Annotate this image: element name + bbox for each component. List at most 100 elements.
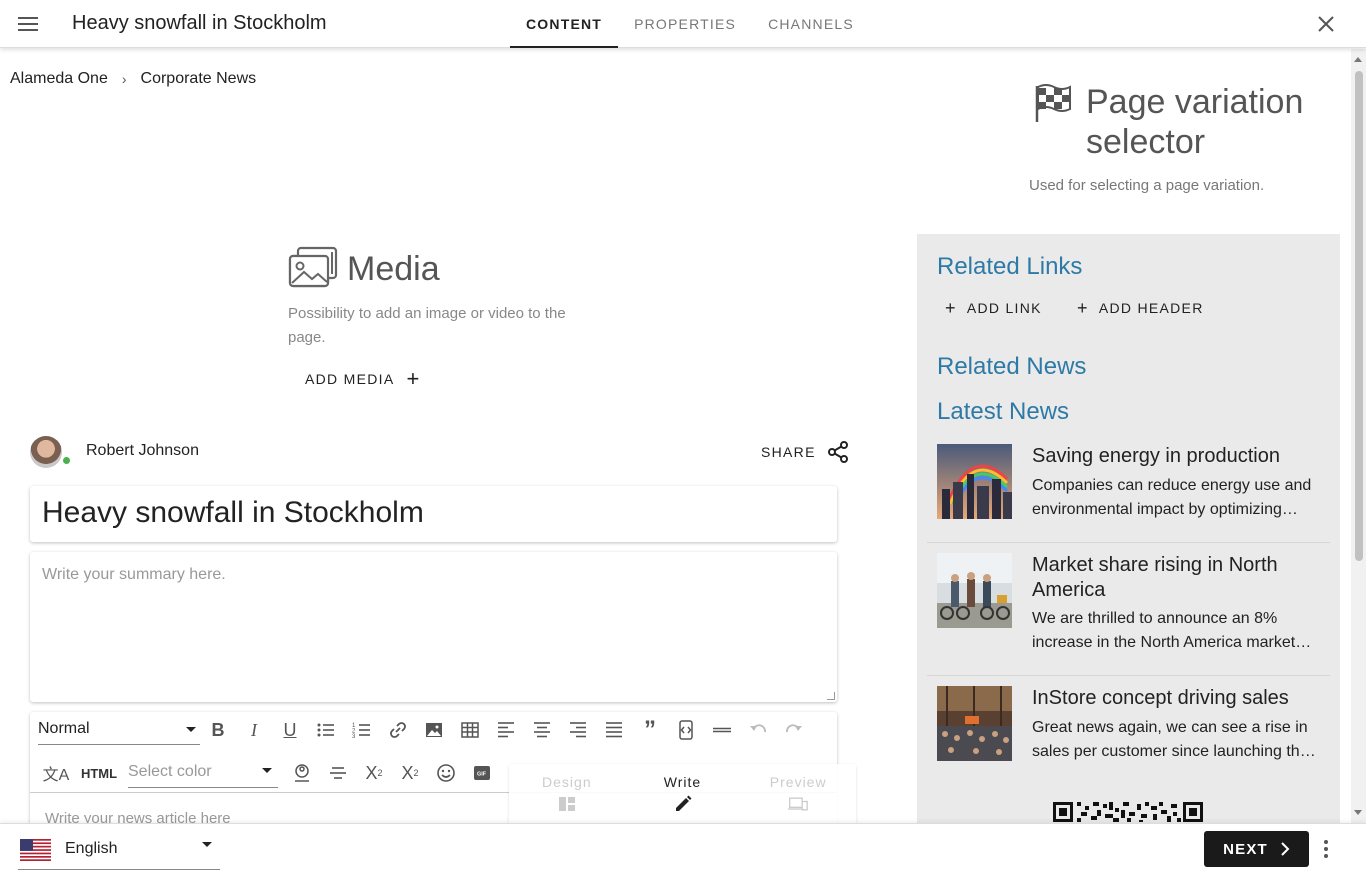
bold-icon[interactable]: B [200, 715, 236, 745]
add-header-label: ADD HEADER [1098, 300, 1204, 316]
mode-design[interactable]: Design [509, 764, 625, 826]
news-item[interactable]: Market share rising in North America We … [927, 543, 1330, 673]
mode-design-label: Design [542, 774, 592, 790]
author-name: Robert Johnson [86, 442, 199, 459]
link-icon[interactable] [380, 715, 416, 745]
plus-icon: + [406, 366, 421, 391]
news-excerpt: Great news again, we can see a rise in s… [1032, 719, 1309, 760]
blockquote-icon[interactable]: ” [632, 715, 668, 745]
news-thumbnail-market-hall [937, 686, 1012, 761]
underline-icon[interactable]: U [272, 715, 308, 745]
add-media-button[interactable]: ADD MEDIA + [305, 366, 421, 391]
color-select[interactable]: Select color [128, 758, 278, 788]
page-variation-description: Used for selecting a page variation. [1029, 177, 1265, 194]
undo-icon[interactable] [740, 715, 776, 745]
superscript-icon[interactable]: X2 [392, 758, 428, 788]
accessibility-icon[interactable] [284, 758, 320, 788]
qr-code-image [1053, 802, 1203, 822]
add-media-label: ADD MEDIA [305, 371, 395, 387]
language-select[interactable]: English [18, 832, 220, 870]
language-value: English [65, 840, 118, 857]
share-icon [827, 441, 848, 463]
plus-icon: + [945, 298, 957, 318]
italic-icon[interactable]: I [236, 715, 272, 745]
breadcrumb-item-site[interactable]: Alameda One [10, 70, 108, 88]
align-center-icon[interactable] [524, 715, 560, 745]
article-title-input[interactable]: Heavy snowfall in Stockholm [30, 486, 837, 542]
mode-write[interactable]: Write [625, 764, 741, 826]
summary-textarea[interactable]: Write your summary here. [30, 552, 837, 702]
gif-icon[interactable]: GIF [464, 758, 500, 788]
checkered-flag-icon [1035, 84, 1071, 122]
add-header-button[interactable]: + ADD HEADER [1077, 298, 1204, 318]
hamburger-menu-icon[interactable] [16, 14, 40, 34]
share-button[interactable]: SHARE [761, 440, 850, 464]
page-variation-title: Page variation selector [1086, 83, 1304, 161]
media-title: Media [347, 250, 440, 288]
scroll-thumb[interactable] [1355, 71, 1363, 561]
numbered-list-icon[interactable]: 123 [344, 715, 380, 745]
html-source-button[interactable]: HTML [74, 758, 124, 788]
align-left-icon[interactable] [488, 715, 524, 745]
close-icon[interactable] [1316, 14, 1336, 34]
news-title: InStore concept driving sales [1032, 687, 1289, 709]
summary-placeholder: Write your summary here. [42, 566, 226, 583]
add-link-label: ADD LINK [966, 300, 1042, 316]
dashboard-layout-icon [558, 797, 575, 811]
subscript-icon[interactable]: X2 [356, 758, 392, 788]
caret-down-icon [186, 727, 196, 732]
scroll-down-arrow-icon[interactable] [1354, 810, 1362, 815]
breadcrumb-item-section[interactable]: Corporate News [141, 70, 257, 88]
related-content-panel: Related Links + ADD LINK + ADD HEADER Re… [917, 234, 1340, 834]
next-label: NEXT [1223, 840, 1268, 858]
news-excerpt: We are thrilled to announce an 8% increa… [1032, 610, 1296, 651]
tab-properties[interactable]: PROPERTIES [618, 0, 752, 48]
bulleted-list-icon[interactable] [308, 715, 344, 745]
scroll-up-arrow-icon[interactable] [1354, 57, 1362, 62]
paragraph-format-select[interactable]: Normal [38, 715, 200, 745]
tab-channels[interactable]: CHANNELS [752, 0, 870, 48]
more-vertical-icon[interactable] [1318, 837, 1334, 861]
chevron-right-icon: › [121, 71, 127, 87]
caret-down-icon [262, 768, 272, 773]
next-button[interactable]: NEXT [1204, 831, 1309, 867]
redo-icon[interactable] [776, 715, 812, 745]
editor-toolbar-row-1: Normal B I U 123 ” [30, 712, 812, 748]
horizontal-rule-icon[interactable] [704, 715, 740, 745]
align-justify-icon[interactable] [596, 715, 632, 745]
tab-content[interactable]: CONTENT [510, 0, 619, 48]
news-excerpt: Companies can reduce energy use and envi… [1032, 477, 1312, 518]
media-description: Possibility to add an image or video to … [288, 305, 566, 346]
strikethrough-icon[interactable] [320, 758, 356, 788]
vertical-scrollbar[interactable] [1351, 49, 1366, 823]
align-right-icon[interactable] [560, 715, 596, 745]
media-gallery-icon [288, 246, 338, 288]
news-thumbnail-bikes [937, 553, 1012, 628]
plus-icon: + [1077, 298, 1089, 318]
editor-toolbar-row-2: 文A HTML Select color X2 X2 GIF [30, 755, 500, 791]
mode-preview[interactable]: Preview [740, 764, 856, 826]
resize-handle-icon[interactable] [827, 692, 835, 700]
news-thumbnail-rainbow-city [937, 444, 1012, 519]
svg-text:GIF: GIF [477, 772, 487, 778]
color-select-placeholder: Select color [128, 763, 212, 780]
news-title: Market share rising in North America [1032, 554, 1278, 601]
chevron-right-icon [1281, 842, 1290, 856]
related-links-heading: Related Links [937, 253, 1083, 280]
news-item[interactable]: InStore concept driving sales Great news… [927, 676, 1330, 806]
pencil-icon [675, 795, 691, 811]
emoji-icon[interactable] [428, 758, 464, 788]
share-label: SHARE [761, 444, 816, 460]
avatar[interactable] [30, 436, 62, 468]
editor-mode-switcher: Design Write Preview [509, 764, 856, 826]
devices-icon [788, 797, 809, 811]
mode-write-label: Write [663, 774, 702, 790]
translate-icon[interactable]: 文A [38, 758, 74, 788]
mode-preview-label: Preview [769, 774, 827, 790]
table-icon[interactable] [452, 715, 488, 745]
paragraph-format-value: Normal [38, 720, 90, 737]
add-link-button[interactable]: + ADD LINK [945, 298, 1042, 318]
code-block-icon[interactable] [668, 715, 704, 745]
caret-down-icon [202, 842, 212, 847]
insert-image-icon[interactable] [416, 715, 452, 745]
